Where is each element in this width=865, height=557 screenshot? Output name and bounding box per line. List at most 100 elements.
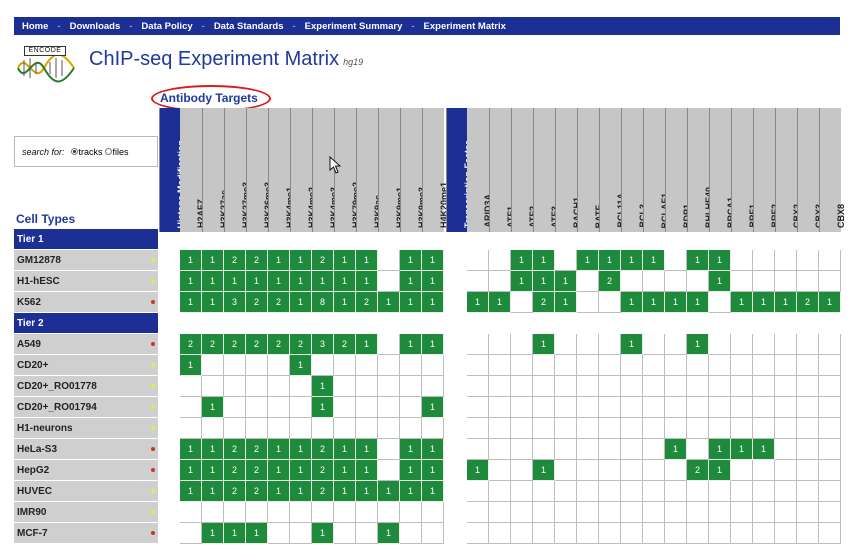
matrix-cell-filled[interactable]: 1: [180, 439, 202, 460]
matrix-cell-filled[interactable]: 2: [312, 481, 334, 502]
nav-link-downloads[interactable]: Downloads: [70, 21, 121, 32]
column-header-h3k4me1[interactable]: H3K4me1: [268, 108, 295, 232]
cell-type-row-header[interactable]: K562: [14, 292, 158, 313]
matrix-cell-filled[interactable]: 1: [400, 481, 422, 502]
matrix-cell-filled[interactable]: 1: [268, 481, 290, 502]
matrix-cell-filled[interactable]: 2: [246, 460, 268, 481]
matrix-cell-filled[interactable]: 1: [334, 439, 356, 460]
matrix-cell-filled[interactable]: 1: [202, 523, 224, 544]
matrix-cell-filled[interactable]: 1: [378, 523, 400, 544]
matrix-cell-filled[interactable]: 1: [422, 439, 444, 460]
matrix-cell-filled[interactable]: 1: [555, 292, 577, 313]
matrix-cell-filled[interactable]: 1: [356, 250, 378, 271]
column-header-h3k36me3[interactable]: H3K36me3: [246, 108, 273, 232]
matrix-cell-filled[interactable]: 1: [334, 481, 356, 502]
matrix-cell-filled[interactable]: 1: [202, 439, 224, 460]
matrix-cell-filled[interactable]: 1: [290, 271, 312, 292]
nav-link-data-policy[interactable]: Data Policy: [141, 21, 192, 32]
cell-type-row-header[interactable]: HepG2: [14, 460, 158, 481]
matrix-cell-filled[interactable]: 1: [334, 460, 356, 481]
matrix-cell-filled[interactable]: 2: [224, 439, 246, 460]
matrix-cell-filled[interactable]: 1: [356, 439, 378, 460]
matrix-cell-filled[interactable]: 1: [290, 439, 312, 460]
matrix-cell-filled[interactable]: 1: [180, 271, 202, 292]
column-header-bcl3[interactable]: BCL3: [621, 108, 648, 232]
matrix-cell-filled[interactable]: 2: [533, 292, 555, 313]
matrix-cell-filled[interactable]: 1: [246, 523, 268, 544]
matrix-cell-filled[interactable]: 1: [422, 397, 444, 418]
matrix-cell-filled[interactable]: 1: [709, 439, 731, 460]
cell-type-row-header[interactable]: HUVEC: [14, 481, 158, 502]
matrix-cell-filled[interactable]: 1: [467, 460, 489, 481]
matrix-cell-filled[interactable]: 1: [511, 250, 533, 271]
matrix-cell-filled[interactable]: 1: [268, 271, 290, 292]
matrix-cell-filled[interactable]: 1: [400, 250, 422, 271]
matrix-cell-filled[interactable]: 2: [268, 334, 290, 355]
nav-link-experiment-summary[interactable]: Experiment Summary: [305, 21, 403, 32]
column-header-h3k9me3[interactable]: H3K9me3: [400, 108, 427, 232]
matrix-cell-filled[interactable]: 1: [687, 292, 709, 313]
matrix-cell-filled[interactable]: 2: [224, 334, 246, 355]
matrix-cell-filled[interactable]: 1: [202, 481, 224, 502]
matrix-cell-filled[interactable]: 2: [246, 292, 268, 313]
column-header-bclaf1[interactable]: BCLAF1: [643, 108, 670, 232]
matrix-cell-filled[interactable]: 1: [489, 292, 511, 313]
matrix-cell-filled[interactable]: 1: [422, 460, 444, 481]
matrix-cell-filled[interactable]: 1: [180, 355, 202, 376]
matrix-cell-filled[interactable]: 1: [312, 271, 334, 292]
matrix-cell-filled[interactable]: 1: [312, 376, 334, 397]
matrix-cell-filled[interactable]: 1: [224, 271, 246, 292]
matrix-cell-filled[interactable]: 1: [400, 292, 422, 313]
matrix-cell-filled[interactable]: 2: [797, 292, 819, 313]
matrix-cell-filled[interactable]: 1: [180, 292, 202, 313]
matrix-cell-filled[interactable]: 1: [687, 250, 709, 271]
matrix-cell-filled[interactable]: 1: [356, 334, 378, 355]
matrix-cell-filled[interactable]: 1: [334, 271, 356, 292]
matrix-cell-filled[interactable]: 2: [246, 439, 268, 460]
matrix-cell-filled[interactable]: 1: [202, 397, 224, 418]
matrix-cell-filled[interactable]: 1: [290, 355, 312, 376]
cell-type-row-header[interactable]: H1-neurons: [14, 418, 158, 439]
matrix-cell-filled[interactable]: 2: [334, 334, 356, 355]
column-header-bach1[interactable]: BACH1: [555, 108, 582, 232]
matrix-cell-filled[interactable]: 1: [334, 250, 356, 271]
matrix-cell-filled[interactable]: 2: [312, 439, 334, 460]
column-header-batf[interactable]: BATF: [577, 108, 604, 232]
column-header-atf2[interactable]: ATF2: [511, 108, 538, 232]
matrix-cell-filled[interactable]: 1: [290, 460, 312, 481]
matrix-cell-filled[interactable]: 1: [709, 460, 731, 481]
matrix-cell-filled[interactable]: 2: [312, 250, 334, 271]
column-header-bcl11a[interactable]: BCL11A: [599, 108, 626, 232]
tracks-radio[interactable]: [70, 148, 78, 155]
matrix-cell-filled[interactable]: 2: [224, 481, 246, 502]
matrix-cell-filled[interactable]: 1: [400, 439, 422, 460]
matrix-cell-filled[interactable]: 1: [599, 250, 621, 271]
matrix-cell-filled[interactable]: 1: [356, 271, 378, 292]
matrix-cell-filled[interactable]: 1: [400, 460, 422, 481]
matrix-cell-filled[interactable]: 2: [687, 460, 709, 481]
nav-link-data-standards[interactable]: Data Standards: [214, 21, 284, 32]
matrix-cell-filled[interactable]: 1: [224, 523, 246, 544]
column-header-atf1[interactable]: ATF1: [489, 108, 516, 232]
matrix-cell-filled[interactable]: 1: [533, 250, 555, 271]
matrix-cell-filled[interactable]: 1: [202, 460, 224, 481]
matrix-cell-filled[interactable]: 2: [224, 460, 246, 481]
matrix-cell-filled[interactable]: 1: [687, 334, 709, 355]
matrix-cell-filled[interactable]: 1: [180, 460, 202, 481]
column-header-h3k9me1[interactable]: H3K9me1: [378, 108, 405, 232]
column-header-h3k27me3[interactable]: H3K27me3: [224, 108, 251, 232]
matrix-cell-filled[interactable]: 2: [246, 481, 268, 502]
matrix-cell-filled[interactable]: 1: [709, 271, 731, 292]
matrix-cell-filled[interactable]: 1: [268, 250, 290, 271]
matrix-cell-filled[interactable]: 1: [334, 292, 356, 313]
matrix-cell-filled[interactable]: 1: [422, 292, 444, 313]
matrix-cell-filled[interactable]: 1: [356, 481, 378, 502]
nav-link-experiment-matrix[interactable]: Experiment Matrix: [424, 21, 506, 32]
matrix-cell-filled[interactable]: 1: [709, 250, 731, 271]
matrix-cell-filled[interactable]: 1: [533, 334, 555, 355]
matrix-cell-filled[interactable]: 1: [511, 271, 533, 292]
matrix-cell-filled[interactable]: 1: [533, 271, 555, 292]
column-header-h3k4me2[interactable]: H3K4me2: [290, 108, 317, 232]
cell-type-row-header[interactable]: CD20+_RO01778: [14, 376, 158, 397]
matrix-cell-filled[interactable]: 1: [378, 481, 400, 502]
